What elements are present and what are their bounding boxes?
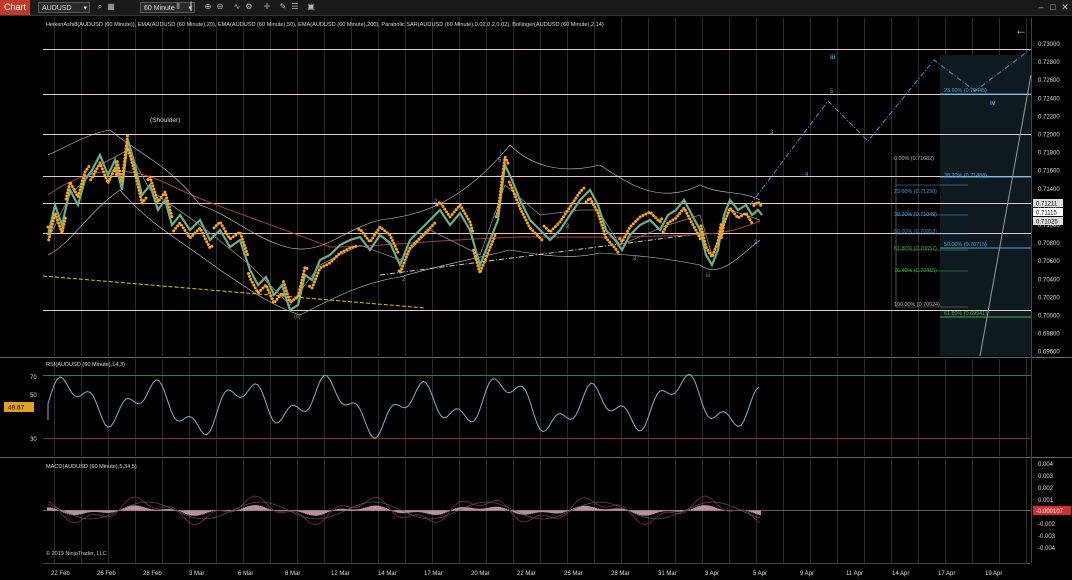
shoulder-label: (Shoulder) <box>150 117 180 124</box>
wave-iii-low-label: iii <box>706 273 710 279</box>
macd-tick-label: 0.004 <box>1038 462 1054 468</box>
rsi-title: RSI(AUDUSD (60 Minute),14,3) <box>46 362 125 368</box>
zoom-out-icon[interactable]: ⊖ <box>215 2 225 12</box>
chart-canvas[interactable]: HeikenAshi8(AUDUSD (60 Minute)), EMA(AUD… <box>0 15 1072 580</box>
price-tick-label: 0.71400 <box>1038 187 1060 193</box>
indicators-icon[interactable]: ∿ <box>232 2 242 12</box>
instrument-value: AUDUSD <box>42 5 72 12</box>
screenshot-icon[interactable]: ▣ <box>306 2 316 12</box>
search-icon[interactable]: ⌕ <box>95 2 105 12</box>
macd-tick-label: -0.002 <box>1038 522 1056 528</box>
date-tick-label: 5 Apr <box>753 571 767 577</box>
date-tick-label: 11 Apr <box>846 571 863 577</box>
date-tick-label: 20 Mar <box>471 571 490 577</box>
price-tick-label: 0.70000 <box>1038 314 1060 320</box>
wave-iii-label: iii <box>830 54 836 61</box>
date-tick-label: 22 Mar <box>517 571 536 577</box>
zoom-in-icon[interactable]: ⊕ <box>203 2 213 12</box>
price-badge-high: 0.71211 <box>1036 202 1058 208</box>
fib-left-label: 50.00% (0.70853) <box>894 229 937 235</box>
date-tick-label: 12 Mar <box>331 571 350 577</box>
macd-tick-label: 0.001 <box>1038 498 1054 504</box>
date-tick-label: 3 Apr <box>705 571 719 577</box>
wave-i-label: i <box>500 150 501 156</box>
date-tick-label: 14 Mar <box>378 571 397 577</box>
indicator-header: HeikenAshi8(AUDUSD (60 Minute)), EMA(AUD… <box>46 22 604 28</box>
price-tick-label: 0.72000 <box>1038 133 1060 139</box>
date-tick-label: 3 Mar <box>189 571 204 577</box>
date-tick-label: 6 Mar <box>238 571 253 577</box>
drawing-tools-icon[interactable]: ✎ <box>278 2 288 12</box>
date-tick-label: 9 Apr <box>800 571 814 577</box>
chart-tab[interactable]: Chart <box>0 0 30 15</box>
price-tick-label: 0.69600 <box>1038 350 1060 356</box>
minimize-icon[interactable]: – <box>1035 1 1047 13</box>
price-tick-label: 0.72600 <box>1038 78 1060 84</box>
date-tick-label: 8 Mar <box>285 571 300 577</box>
price-tick-label: 0.69800 <box>1038 332 1060 338</box>
macd-tick-label: 0.002 <box>1038 486 1054 492</box>
price-tick-label: 0.72400 <box>1038 96 1060 102</box>
fib-left-label: 100.00% (0.70024) <box>894 302 940 308</box>
rsi-level-70: 70 <box>30 375 37 381</box>
date-axis: 22 Feb 26 Feb 28 Feb 3 Mar 6 Mar 8 Mar 12 Mar 1… <box>51 571 1002 577</box>
chart-toolbar: Chart AUDUSD ▾ ⌕ ▦ 60 Minute ▾ ⫴ ┃ ⊕ ⊖ ∿ ⚙… <box>0 0 1072 16</box>
date-tick-label: 17 Apr <box>938 571 955 577</box>
maximize-icon[interactable]: □ <box>1047 1 1059 13</box>
macd-value: -0.000107 <box>1036 509 1064 515</box>
crosshair-icon[interactable]: ✛ <box>262 2 272 12</box>
fib-left-label: 61.80% (0.70657) <box>894 246 937 252</box>
date-tick-label: 22 Feb <box>51 571 70 577</box>
macd-tick-label: -0.003 <box>1038 534 1056 540</box>
date-tick-label: 28 Mar <box>611 571 630 577</box>
strategies-icon[interactable]: ⚙ <box>244 2 254 12</box>
candles-icon[interactable]: ┃ <box>186 2 196 12</box>
fib-left-label: 0.00% (0.71682) <box>894 156 934 162</box>
price-tick-label: 0.70600 <box>1038 259 1060 265</box>
price-tick-label: 0.73000 <box>1038 42 1060 48</box>
macd-title: MACD(AUDUSD (60 Minute),5,34,5) <box>46 464 137 470</box>
price-tick-label: 0.70200 <box>1038 295 1060 301</box>
chevron-down-icon: ▾ <box>83 5 87 12</box>
instrument-selector[interactable]: AUDUSD ▾ <box>38 2 90 13</box>
macd-tick-label: 0.003 <box>1038 474 1054 480</box>
fib-left-label: 38.20% (0.71049) <box>894 212 937 218</box>
price-badge-last: 0.71115 <box>1036 211 1057 217</box>
price-tick-label: 0.71800 <box>1038 151 1060 157</box>
properties-icon[interactable]: ☰ <box>290 2 300 12</box>
calendar-icon[interactable]: ▦ <box>106 2 116 12</box>
interval-value: 60 Minute <box>144 5 175 12</box>
fib-right-label: 61.80% (0.69941) <box>944 311 987 317</box>
rsi-value: 49.67 <box>8 405 25 412</box>
ninjatrader-chart-window: Chart AUDUSD ▾ ⌕ ▦ 60 Minute ▾ ⫴ ┃ ⊕ ⊖ ∿ ⚙… <box>0 0 1072 580</box>
date-tick-label: 26 Mar <box>564 571 583 577</box>
rsi-level-30: 30 <box>30 437 37 443</box>
price-tick-label: 0.70400 <box>1038 277 1060 283</box>
price-tick-label: 0.71600 <box>1038 169 1060 175</box>
bars-icon[interactable]: ⫴ <box>173 2 183 12</box>
back-arrow-icon[interactable]: ← <box>1015 23 1027 37</box>
price-tick-label: 0.72200 <box>1038 114 1060 120</box>
rsi-level-50: 50 <box>30 393 37 399</box>
macd-tick-label: -0.004 <box>1038 546 1056 552</box>
fib-left-label: 23.60% (0.71250) <box>894 189 937 195</box>
price-tick-label: 0.72800 <box>1038 60 1060 66</box>
close-icon[interactable]: ✕ <box>1059 1 1071 13</box>
wave-iv-label: iv <box>990 100 996 107</box>
fib-left-label: 76.40% (0.70415) <box>894 268 937 274</box>
fib-right-label: 23.60% (0.72445) <box>944 88 987 94</box>
fib-right-label: 38.20% (0.71488) <box>944 173 987 179</box>
date-tick-label: 19 Apr <box>985 571 1002 577</box>
fib-right-label: 50.00% (0.70715) <box>944 242 987 248</box>
date-tick-label: 17 Mar <box>424 571 443 577</box>
date-tick-label: 31 Mar <box>658 571 677 577</box>
date-tick-label: 28 Feb <box>143 571 162 577</box>
copyright-text: © 2019 NinjaTrader, LLC <box>46 550 107 557</box>
wave-ii-label: (ii) <box>294 314 301 320</box>
date-tick-label: 14 Apr <box>892 571 909 577</box>
price-axis: 0.73000 0.72800 0.72600 0.72400 0.72200 0.720… <box>1038 42 1060 356</box>
price-badge-low: 0.71025 <box>1036 220 1058 226</box>
price-tick-label: 0.70800 <box>1038 241 1060 247</box>
date-tick-label: 26 Feb <box>97 571 116 577</box>
